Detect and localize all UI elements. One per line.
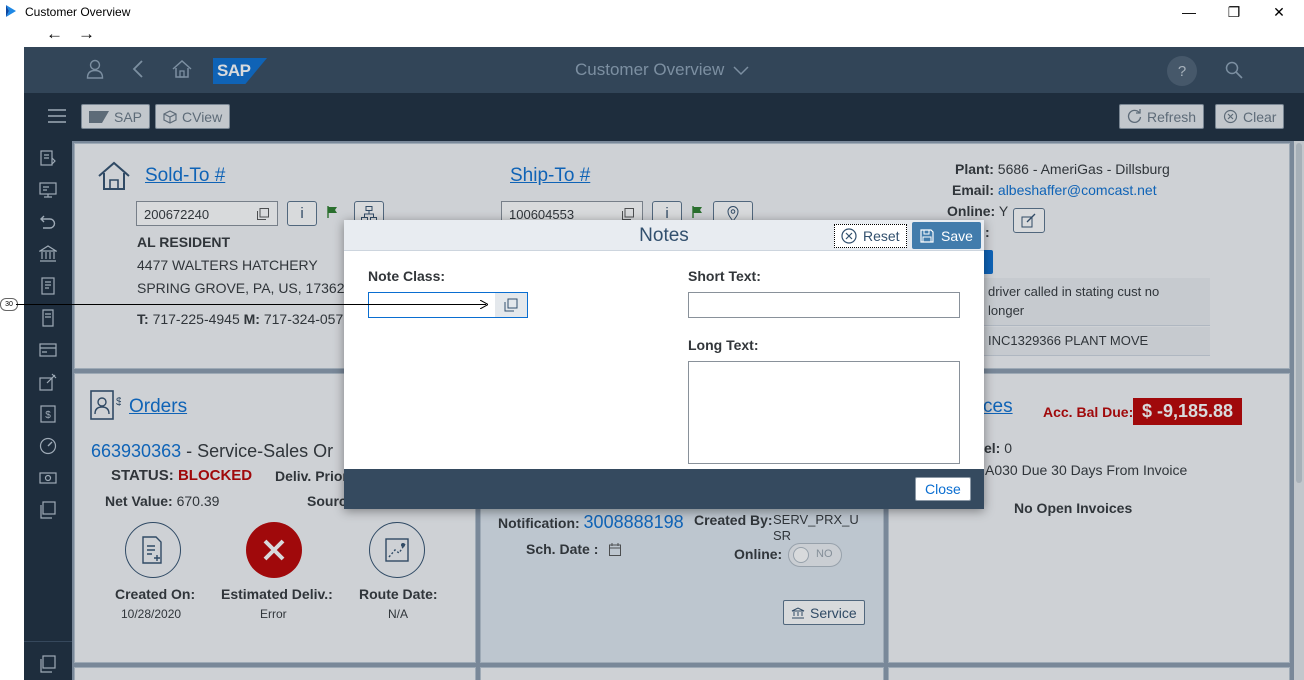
close-dialog-button-label: Close [925,481,961,497]
browser-nav-bar: ← → [24,23,1304,47]
window-title: Customer Overview [25,5,131,19]
notes-dialog-header: Notes Reset Save [344,220,984,251]
notes-dialog-footer: Close [344,469,984,509]
close-dialog-button[interactable]: Close [915,477,971,501]
restore-button[interactable]: ❐ [1219,2,1249,22]
save-icon [920,228,934,243]
forward-arrow-button[interactable]: → [78,23,95,45]
value-help-icon [504,298,518,312]
note-class-field[interactable] [368,292,528,318]
close-window-button[interactable]: ✕ [1264,2,1294,22]
back-arrow-button[interactable]: ← [46,23,63,45]
note-class-label: Note Class: [368,268,446,284]
callout-arrow-icon [480,300,488,309]
reset-icon [841,228,857,244]
note-class-value-help-button[interactable] [495,293,527,317]
app-logo-icon [4,4,18,18]
save-button-label: Save [941,227,973,244]
callout-line [16,304,486,305]
save-button[interactable]: Save [912,222,981,249]
short-text-field[interactable] [688,292,960,318]
long-text-label: Long Text: [688,337,759,353]
minimize-button[interactable]: — [1174,2,1204,22]
window-titlebar: Customer Overview — ❐ ✕ [0,0,1304,23]
long-text-area[interactable] [688,361,960,464]
reset-button-label: Reset [863,228,900,244]
notes-dialog: Notes Reset Save Note Class: Short Text:… [344,220,984,509]
short-text-label: Short Text: [688,268,761,284]
reset-button[interactable]: Reset [834,224,907,248]
